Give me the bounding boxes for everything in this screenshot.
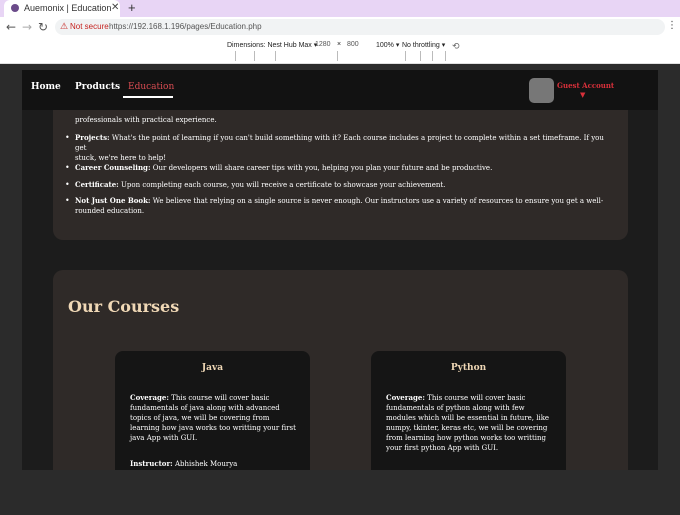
reload-icon[interactable]: ↻ <box>38 20 48 34</box>
course-name: Java <box>201 363 224 373</box>
course-coverage: Coverage: This course will cover basic f… <box>130 393 296 442</box>
back-arrow-icon[interactable]: ← <box>6 20 16 34</box>
ruler-tick <box>337 51 338 61</box>
course-card-java[interactable]: Java Coverage: This course will cover ba… <box>115 351 310 470</box>
browser-toolbar: ← → ↻ ⚠ Not secure https://192.168.1.196… <box>0 17 680 38</box>
rotate-icon[interactable]: ⟲ <box>452 41 460 52</box>
ruler-tick <box>432 51 433 61</box>
not-secure-label: Not secure <box>70 22 109 31</box>
favicon-icon <box>11 4 19 12</box>
tab-title: Auemonix | Education <box>24 3 112 13</box>
active-nav-underline <box>123 96 173 98</box>
ruler-tick <box>275 51 276 61</box>
list-item: Career Counseling: Our developers will s… <box>65 163 615 173</box>
avatar[interactable] <box>529 78 554 103</box>
new-tab-button[interactable]: + <box>128 0 136 15</box>
height-input[interactable]: 800 <box>347 41 359 48</box>
ruler-tick <box>235 51 236 61</box>
device-toolbar: Dimensions: Nest Hub Max ▾ 1280 × 800 10… <box>0 37 680 64</box>
list-item: Projects: What's the point of learning i… <box>65 133 615 163</box>
list-item: Not Just One Book: We believe that relyi… <box>65 196 615 216</box>
kebab-menu-icon[interactable]: ⋮ <box>667 20 677 31</box>
times-symbol: × <box>337 41 342 48</box>
course-instructor: Instructor: Abhishek Mourya <box>130 459 238 468</box>
nav-products[interactable]: Products <box>75 82 120 92</box>
zoom-select[interactable]: 100% ▾ <box>376 41 399 49</box>
nav-home[interactable]: Home <box>31 82 61 92</box>
width-input[interactable]: 1280 <box>315 41 331 48</box>
warning-icon: ⚠ <box>60 21 69 31</box>
features-card: professionals with practical experience.… <box>53 90 628 240</box>
list-item: Certificate: Upon completing each course… <box>65 180 615 190</box>
dimensions-select[interactable]: Dimensions: Nest Hub Max ▾ <box>227 41 317 49</box>
throttling-select[interactable]: No throttling ▾ <box>402 41 445 49</box>
course-card-python[interactable]: Python Coverage: This course will cover … <box>371 351 566 470</box>
address-bar[interactable]: ⚠ Not secure https://192.168.1.196/pages… <box>55 19 665 35</box>
url-text: https://192.168.1.196/pages/Education.ph… <box>109 22 262 31</box>
browser-tab[interactable]: Auemonix | Education ✕ <box>4 0 120 17</box>
close-tab-icon[interactable]: ✕ <box>111 2 119 13</box>
forward-arrow-icon[interactable]: → <box>22 20 32 34</box>
features-partial-text: professionals with practical experience. <box>75 116 217 124</box>
nav-education[interactable]: Education <box>128 82 174 92</box>
chevron-down-icon[interactable]: ▼ <box>580 91 585 99</box>
ruler-tick <box>445 51 446 61</box>
course-name: Python <box>450 363 487 373</box>
browser-tab-bar: Auemonix | Education ✕ + <box>0 0 680 17</box>
ruler-tick <box>254 51 255 61</box>
page-viewport: Home Products Education Guest Account ▼ … <box>22 70 658 470</box>
site-header: Home Products Education Guest Account ▼ <box>22 70 658 110</box>
courses-heading: Our Courses <box>68 297 180 316</box>
ruler-tick <box>405 51 406 61</box>
guest-account-button[interactable]: Guest Account <box>557 81 614 90</box>
ruler-tick <box>420 51 421 61</box>
course-coverage: Coverage: This course will cover basic f… <box>386 393 550 452</box>
courses-card: Our Courses Java Coverage: This course w… <box>53 270 628 470</box>
